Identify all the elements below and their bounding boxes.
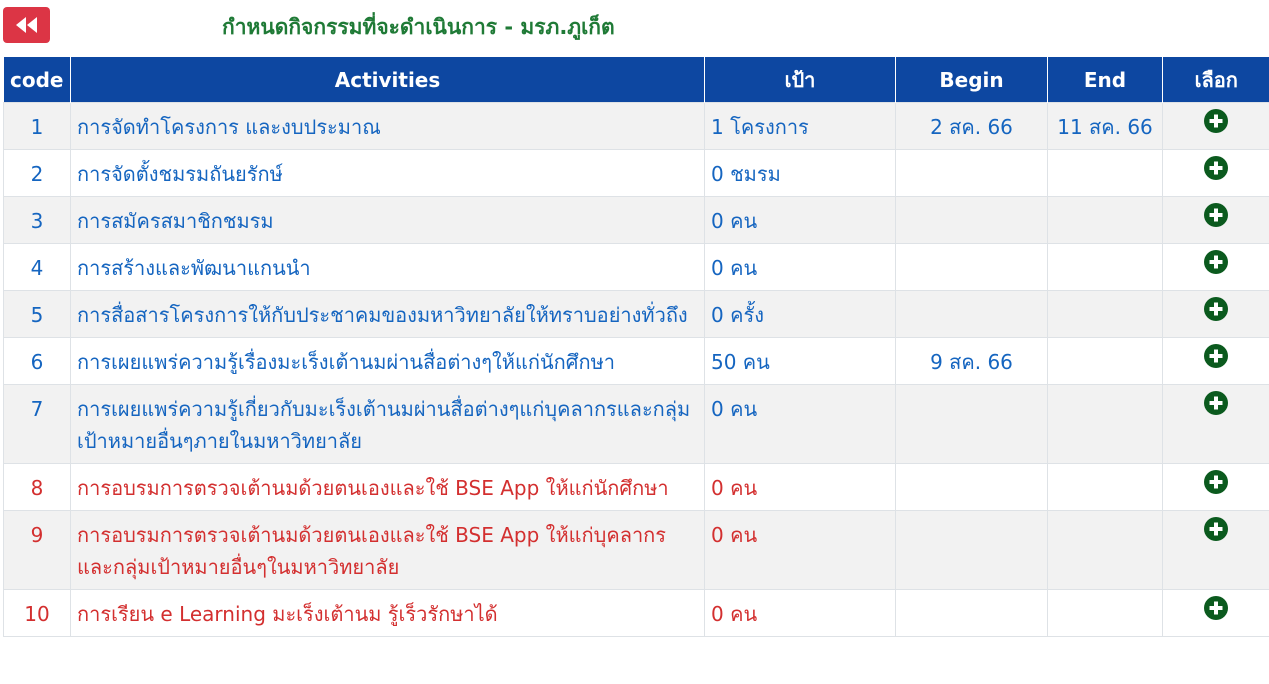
row-begin-date: 9 สค. 66 bbox=[895, 337, 1048, 385]
column-header-activities: Activities bbox=[70, 57, 705, 103]
row-code: 2 bbox=[3, 149, 71, 197]
column-header-code: code bbox=[3, 57, 71, 103]
activities-table: code Activities เป้า Begin End เลือก 1 กา… bbox=[3, 57, 1269, 637]
row-select bbox=[1162, 463, 1269, 511]
table-row: 7 การเผยแพร่ความรู้เกี่ยวกับมะเร็งเต้านมผ… bbox=[3, 384, 1269, 464]
row-code: 6 bbox=[3, 337, 71, 385]
table-row: 1 การจัดทำโครงการ และงบประมาณ 1 โครงการ 2 ส… bbox=[3, 102, 1269, 150]
row-select bbox=[1162, 589, 1269, 637]
plus-circle-icon[interactable] bbox=[1204, 391, 1228, 415]
row-begin-date bbox=[895, 384, 1048, 464]
row-begin-date: 2 สค. 66 bbox=[895, 102, 1048, 150]
row-begin-date bbox=[895, 196, 1048, 244]
row-target: 0 คน bbox=[704, 384, 896, 464]
row-code: 1 bbox=[3, 102, 71, 150]
plus-circle-icon[interactable] bbox=[1204, 596, 1228, 620]
row-code: 5 bbox=[3, 290, 71, 338]
row-target: 0 คน bbox=[704, 196, 896, 244]
row-code: 10 bbox=[3, 589, 71, 637]
row-activity: การจัดตั้งชมรมถันยรักษ์ bbox=[70, 149, 705, 197]
row-select bbox=[1162, 102, 1269, 150]
back-button[interactable] bbox=[3, 7, 50, 43]
row-activity: การเรียน e Learning มะเร็งเต้านม รู้เร็ว… bbox=[70, 589, 705, 637]
row-select bbox=[1162, 196, 1269, 244]
row-target: 0 ชมรม bbox=[704, 149, 896, 197]
plus-circle-icon[interactable] bbox=[1204, 470, 1228, 494]
row-end-date bbox=[1047, 290, 1163, 338]
row-begin-date bbox=[895, 290, 1048, 338]
row-target: 0 ครั้ง bbox=[704, 290, 896, 338]
row-select bbox=[1162, 510, 1269, 590]
row-activity: การเผยแพร่ความรู้เกี่ยวกับมะเร็งเต้านมผ่… bbox=[70, 384, 705, 464]
row-target: 1 โครงการ bbox=[704, 102, 896, 150]
table-row: 4 การสร้างและพัฒนาแกนนำ 0 คน bbox=[3, 243, 1269, 291]
row-target: 50 คน bbox=[704, 337, 896, 385]
plus-circle-icon[interactable] bbox=[1204, 250, 1228, 274]
plus-circle-icon[interactable] bbox=[1204, 156, 1228, 180]
row-end-date bbox=[1047, 243, 1163, 291]
plus-circle-icon[interactable] bbox=[1204, 517, 1228, 541]
row-code: 7 bbox=[3, 384, 71, 464]
row-target: 0 คน bbox=[704, 243, 896, 291]
top-bar: กำหนดกิจกรรมที่จะดำเนินการ - มรภ.ภูเก็ต bbox=[0, 0, 1269, 56]
double-chevron-left-icon bbox=[15, 17, 37, 33]
row-code: 4 bbox=[3, 243, 71, 291]
row-select bbox=[1162, 337, 1269, 385]
table-row: 6 การเผยแพร่ความรู้เรื่องมะเร็งเต้านมผ่าน… bbox=[3, 337, 1269, 385]
table-row: 9 การอบรมการตรวจเต้านมด้วยตนเองและใช้ BSE… bbox=[3, 510, 1269, 590]
row-target: 0 คน bbox=[704, 463, 896, 511]
row-code: 3 bbox=[3, 196, 71, 244]
row-begin-date bbox=[895, 463, 1048, 511]
row-target: 0 คน bbox=[704, 589, 896, 637]
column-header-select: เลือก bbox=[1162, 57, 1269, 103]
row-target: 0 คน bbox=[704, 510, 896, 590]
plus-circle-icon[interactable] bbox=[1204, 297, 1228, 321]
row-end-date bbox=[1047, 589, 1163, 637]
table-row: 8 การอบรมการตรวจเต้านมด้วยตนเองและใช้ BSE… bbox=[3, 463, 1269, 511]
row-activity: การจัดทำโครงการ และงบประมาณ bbox=[70, 102, 705, 150]
row-begin-date bbox=[895, 243, 1048, 291]
table-row: 2 การจัดตั้งชมรมถันยรักษ์ 0 ชมรม bbox=[3, 149, 1269, 197]
row-select bbox=[1162, 290, 1269, 338]
row-end-date bbox=[1047, 196, 1163, 244]
row-activity: การสมัครสมาชิกชมรม bbox=[70, 196, 705, 244]
table-row: 5 การสื่อสารโครงการให้กับประชาคมของมหาวิท… bbox=[3, 290, 1269, 338]
table-header-row: code Activities เป้า Begin End เลือก bbox=[3, 57, 1269, 103]
row-end-date bbox=[1047, 337, 1163, 385]
row-end-date: 11 สค. 66 bbox=[1047, 102, 1163, 150]
row-begin-date bbox=[895, 589, 1048, 637]
row-end-date bbox=[1047, 384, 1163, 464]
row-end-date bbox=[1047, 149, 1163, 197]
row-activity: การอบรมการตรวจเต้านมด้วยตนเองและใช้ BSE … bbox=[70, 510, 705, 590]
row-select bbox=[1162, 384, 1269, 464]
row-code: 8 bbox=[3, 463, 71, 511]
row-activity: การอบรมการตรวจเต้านมด้วยตนเองและใช้ BSE … bbox=[70, 463, 705, 511]
column-header-begin: Begin bbox=[895, 57, 1048, 103]
column-header-target: เป้า bbox=[704, 57, 896, 103]
plus-circle-icon[interactable] bbox=[1204, 344, 1228, 368]
table-row: 10 การเรียน e Learning มะเร็งเต้านม รู้เร… bbox=[3, 589, 1269, 637]
row-end-date bbox=[1047, 463, 1163, 511]
plus-circle-icon[interactable] bbox=[1204, 203, 1228, 227]
table-row: 3 การสมัครสมาชิกชมรม 0 คน bbox=[3, 196, 1269, 244]
row-code: 9 bbox=[3, 510, 71, 590]
row-begin-date bbox=[895, 510, 1048, 590]
row-activity: การเผยแพร่ความรู้เรื่องมะเร็งเต้านมผ่านส… bbox=[70, 337, 705, 385]
plus-circle-icon[interactable] bbox=[1204, 109, 1228, 133]
column-header-end: End bbox=[1047, 57, 1163, 103]
row-activity: การสร้างและพัฒนาแกนนำ bbox=[70, 243, 705, 291]
page-title: กำหนดกิจกรรมที่จะดำเนินการ - มรภ.ภูเก็ต bbox=[222, 15, 615, 39]
row-begin-date bbox=[895, 149, 1048, 197]
row-select bbox=[1162, 243, 1269, 291]
row-end-date bbox=[1047, 510, 1163, 590]
row-select bbox=[1162, 149, 1269, 197]
row-activity: การสื่อสารโครงการให้กับประชาคมของมหาวิทย… bbox=[70, 290, 705, 338]
